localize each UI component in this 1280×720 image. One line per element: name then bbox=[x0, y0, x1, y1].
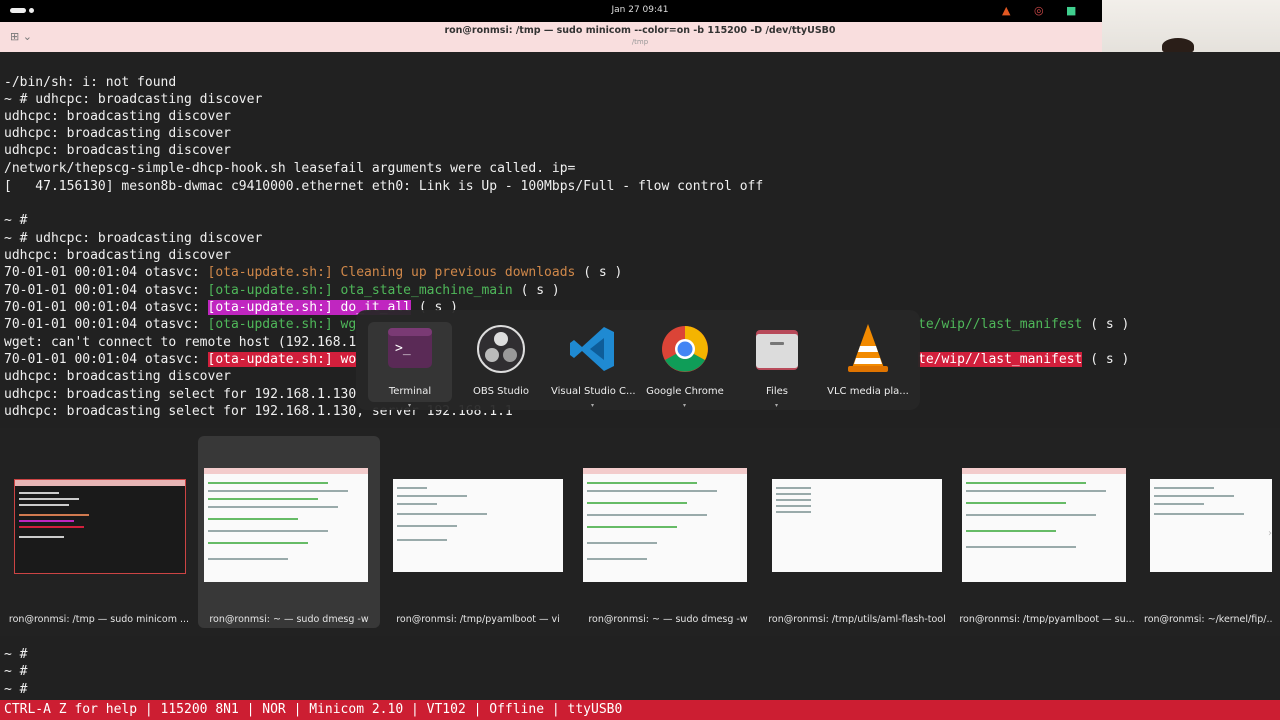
app-label: Files bbox=[766, 386, 788, 397]
terminal-line: udhcpc: broadcasting discover bbox=[4, 369, 231, 384]
window-label: ron@ronmsi: ~/kernel/fip/... bbox=[1144, 614, 1272, 625]
window-preview bbox=[962, 468, 1126, 582]
app-vlc[interactable]: VLC media pla... bbox=[826, 322, 910, 402]
terminal-line: udhcpc: broadcasting discover bbox=[4, 109, 231, 124]
chrome-icon bbox=[662, 326, 708, 372]
ota-log-line: 70-01-01 00:01:04 otasvc: [ota-update.sh… bbox=[4, 265, 623, 280]
clock[interactable]: Jan 27 09:41 bbox=[0, 5, 1280, 15]
terminal-line: [ 47.156130] meson8b-dwmac c9410000.ethe… bbox=[4, 179, 764, 194]
window-preview bbox=[583, 468, 747, 582]
wget-error-line: wget: can't connect to remote host (192.… bbox=[4, 335, 357, 350]
ota-log-line: 70-01-01 00:01:04 otasvc: [ota-update.sh… bbox=[4, 317, 357, 332]
window-preview bbox=[14, 479, 186, 574]
terminal-line: ~ # bbox=[4, 213, 28, 228]
terminal-line: ~ # udhcpc: broadcasting discover bbox=[4, 231, 263, 246]
window-preview bbox=[1150, 479, 1272, 572]
scroll-right-icon[interactable]: › bbox=[1268, 528, 1272, 539]
terminal-line: udhcpc: broadcasting discover bbox=[4, 126, 231, 141]
window-label: ron@ronmsi: /tmp/pyamlboot — su... bbox=[959, 614, 1135, 625]
terminal-prompt: ~ # bbox=[4, 682, 28, 697]
terminal-line: udhcpc: broadcasting discover bbox=[4, 143, 231, 158]
running-indicator: ▾ bbox=[775, 402, 779, 409]
running-indicator: ▾ bbox=[408, 402, 412, 409]
app-vscode[interactable]: Visual Studio C... ▾ bbox=[551, 322, 635, 409]
terminal-prompt: ~ # bbox=[4, 664, 28, 679]
running-indicator: ▾ bbox=[683, 402, 687, 409]
window-label: ron@ronmsi: /tmp/pyamlboot — vi bbox=[396, 614, 560, 625]
window-preview bbox=[204, 468, 368, 582]
terminal-prompt: ~ # bbox=[4, 647, 28, 662]
window-title: ron@ronmsi: /tmp — sudo minicom --color=… bbox=[444, 25, 836, 36]
terminal-line: -/bin/sh: i: not found bbox=[4, 75, 177, 90]
vlc-icon bbox=[848, 324, 888, 372]
window-thumbnail-kernel[interactable]: ron@ronmsi: ~/kernel/fip/... bbox=[1144, 436, 1272, 628]
top-bar: Jan 27 09:41 ▲ ◎ ■ bbox=[0, 0, 1280, 22]
window-preview bbox=[772, 479, 942, 572]
tray-app-icon[interactable]: ■ bbox=[1066, 4, 1076, 17]
tray-warning-icon[interactable]: ▲ bbox=[1002, 4, 1010, 17]
running-indicator: ▾ bbox=[591, 402, 595, 409]
app-label: VLC media pla... bbox=[827, 386, 909, 397]
ota-log-line: 70-01-01 00:01:04 otasvc: [ota-update.sh… bbox=[4, 352, 357, 367]
terminal-line: ~ # udhcpc: broadcasting discover bbox=[4, 92, 263, 107]
terminal-icon: >_ bbox=[388, 328, 432, 368]
window-label: ron@ronmsi: /tmp — sudo minicom ... bbox=[8, 614, 190, 625]
window-thumbnail-dmesg[interactable]: ron@ronmsi: ~ — sudo dmesg -w bbox=[198, 436, 380, 628]
vscode-icon bbox=[570, 327, 614, 371]
app-label: Terminal bbox=[388, 386, 432, 397]
app-google-chrome[interactable]: Google Chrome ▾ bbox=[643, 322, 727, 409]
minicom-status-bar: CTRL-A Z for help | 115200 8N1 | NOR | M… bbox=[0, 700, 1280, 720]
terminal-title-bar: ⊞ ⌄ ron@ronmsi: /tmp — sudo minicom --co… bbox=[0, 22, 1102, 52]
app-label: OBS Studio bbox=[473, 386, 529, 397]
files-icon bbox=[756, 330, 798, 370]
window-thumbnail-pyamlboot-su[interactable]: ron@ronmsi: /tmp/pyamlboot — su... bbox=[956, 436, 1138, 628]
app-switcher: >_ Terminal ▾ OBS Studio Visual Studio C… bbox=[356, 310, 920, 410]
app-terminal[interactable]: >_ Terminal ▾ bbox=[368, 322, 452, 409]
window-switcher: ron@ronmsi: /tmp — sudo minicom ... ron@… bbox=[0, 428, 1280, 636]
obs-icon bbox=[477, 325, 525, 373]
window-label: ron@ronmsi: ~ — sudo dmesg -w bbox=[588, 614, 748, 625]
ota-log-line: 70-01-01 00:01:04 otasvc: [ota-update.sh… bbox=[4, 283, 560, 298]
terminal-line: udhcpc: broadcasting discover bbox=[4, 248, 231, 263]
window-thumbnail-aml-flash-tool[interactable]: ron@ronmsi: /tmp/utils/aml-flash-tool bbox=[766, 436, 948, 628]
app-label: Visual Studio C... bbox=[551, 386, 635, 397]
status-text: CTRL-A Z for help | 115200 8N1 | NOR | M… bbox=[4, 702, 623, 717]
window-thumbnail-pyamlboot-vi[interactable]: ron@ronmsi: /tmp/pyamlboot — vi bbox=[387, 436, 569, 628]
ota-log-line-tail: te/wip//last_manifest ( s ) bbox=[918, 352, 1130, 367]
window-subtitle: /tmp bbox=[631, 38, 649, 46]
app-files[interactable]: Files ▾ bbox=[735, 322, 819, 409]
svg-text:>_: >_ bbox=[395, 341, 411, 356]
ota-log-line-tail: te/wip//last_manifest ( s ) bbox=[918, 317, 1130, 332]
app-label: Google Chrome bbox=[646, 386, 724, 397]
window-label: ron@ronmsi: ~ — sudo dmesg -w bbox=[209, 614, 369, 625]
terminal-line: udhcpc: broadcasting select for 192.168.… bbox=[4, 387, 357, 402]
window-thumbnail-dmesg-2[interactable]: ron@ronmsi: ~ — sudo dmesg -w bbox=[577, 436, 759, 628]
tray-network-icon[interactable]: ◎ bbox=[1034, 4, 1044, 17]
window-preview bbox=[393, 479, 563, 572]
window-label: ron@ronmsi: /tmp/utils/aml-flash-tool bbox=[768, 614, 946, 625]
terminal-line: /network/thepscg-simple-dhcp-hook.sh lea… bbox=[4, 161, 576, 176]
window-thumbnail-minicom[interactable]: ron@ronmsi: /tmp — sudo minicom ... bbox=[8, 436, 190, 628]
app-obs-studio[interactable]: OBS Studio bbox=[459, 322, 543, 402]
